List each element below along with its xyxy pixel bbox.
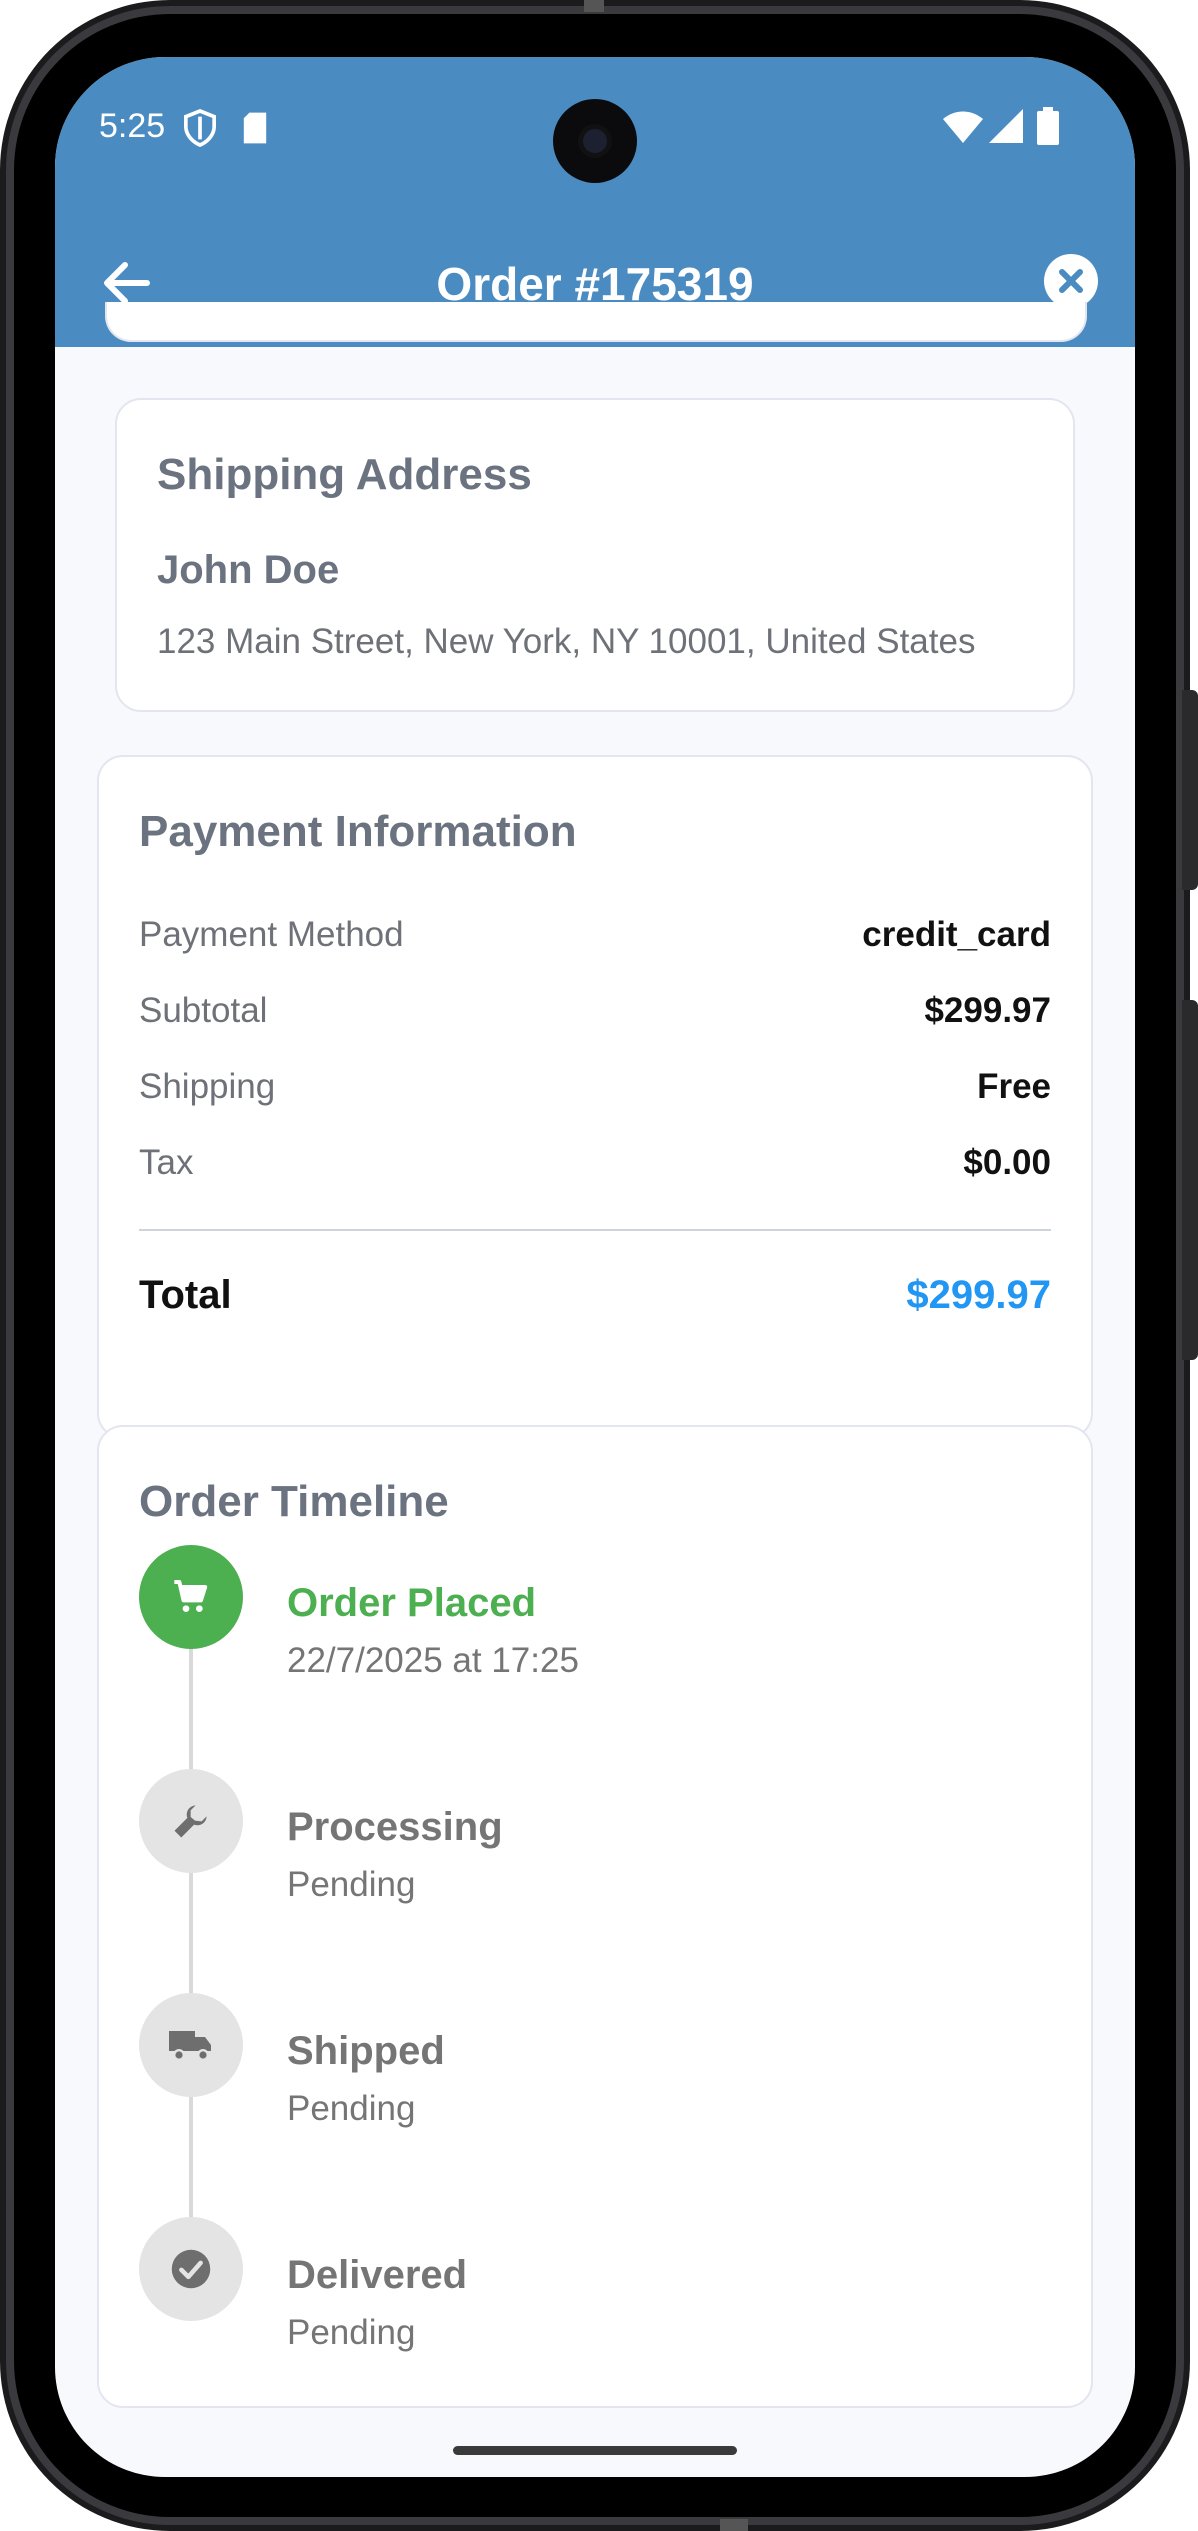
timeline-step-order-placed	[139, 1545, 243, 1649]
shipping-address-title: Shipping Address	[157, 450, 532, 499]
timeline-step-subtitle: Pending	[287, 2313, 416, 2352]
wrench-icon	[174, 1805, 207, 1838]
timeline-step-subtitle: Pending	[287, 1865, 416, 1904]
power-button	[1182, 690, 1198, 890]
phone-top-slot	[584, 0, 604, 12]
timeline-connector	[189, 1871, 193, 1993]
total-value: $299.97	[906, 1273, 1051, 1317]
front-camera	[553, 99, 637, 183]
recipient-name: John Doe	[157, 548, 340, 592]
timeline-step-title: Delivered	[287, 2253, 468, 2297]
status-bar: 5:25	[55, 57, 1135, 197]
subtotal-value: $299.97	[924, 991, 1051, 1030]
timeline-step-delivered	[139, 2217, 243, 2321]
battery-icon	[1037, 107, 1059, 150]
shipping-cost-label: Shipping	[139, 1067, 276, 1106]
payment-method-label: Payment Method	[139, 915, 404, 954]
home-indicator[interactable]	[453, 2446, 737, 2455]
subtotal-label: Subtotal	[139, 991, 268, 1030]
timeline-connector	[189, 2095, 193, 2217]
shipping-address-text: 123 Main Street, New York, NY 10001, Uni…	[157, 622, 976, 661]
screen: 5:25 Order #175319 Shipping Address John…	[55, 57, 1135, 2477]
shield-icon	[183, 109, 217, 152]
close-button[interactable]	[1043, 253, 1099, 309]
timeline-step-processing	[139, 1769, 243, 1873]
close-circle-icon	[1044, 254, 1098, 308]
order-timeline-card: Order Timeline Order Placed 22/7/2025 at…	[97, 1425, 1093, 2408]
cellular-signal-icon	[989, 109, 1023, 148]
shipping-address-card: Shipping Address John Doe 123 Main Stree…	[115, 398, 1075, 712]
timeline-step-subtitle: 22/7/2025 at 17:25	[287, 1641, 579, 1680]
timeline-step-title: Processing	[287, 1805, 503, 1849]
phone-bottom-slot	[720, 2519, 748, 2531]
timeline-step-title: Order Placed	[287, 1581, 537, 1625]
payment-method-value: credit_card	[862, 915, 1051, 954]
timeline-step-title: Shipped	[287, 2029, 445, 2073]
payment-information-title: Payment Information	[139, 807, 577, 856]
sd-card-icon	[241, 111, 269, 150]
previous-card-edge	[105, 302, 1087, 342]
order-timeline-title: Order Timeline	[139, 1477, 449, 1526]
shipping-cost-value: Free	[977, 1067, 1051, 1106]
timeline-step-shipped	[139, 1993, 243, 2097]
status-time: 5:25	[99, 107, 166, 145]
tax-value: $0.00	[963, 1143, 1051, 1182]
truck-icon	[169, 2031, 211, 2062]
total-label: Total	[139, 1273, 232, 1317]
check-circle-icon	[171, 2249, 211, 2289]
tax-label: Tax	[139, 1143, 194, 1182]
cart-icon	[174, 1580, 208, 1612]
timeline-step-subtitle: Pending	[287, 2089, 416, 2128]
wifi-icon	[943, 111, 983, 148]
timeline-connector	[189, 1647, 193, 1769]
divider	[139, 1229, 1051, 1231]
volume-button	[1182, 1000, 1198, 1360]
payment-information-card: Payment Information Payment Method credi…	[97, 755, 1093, 1439]
